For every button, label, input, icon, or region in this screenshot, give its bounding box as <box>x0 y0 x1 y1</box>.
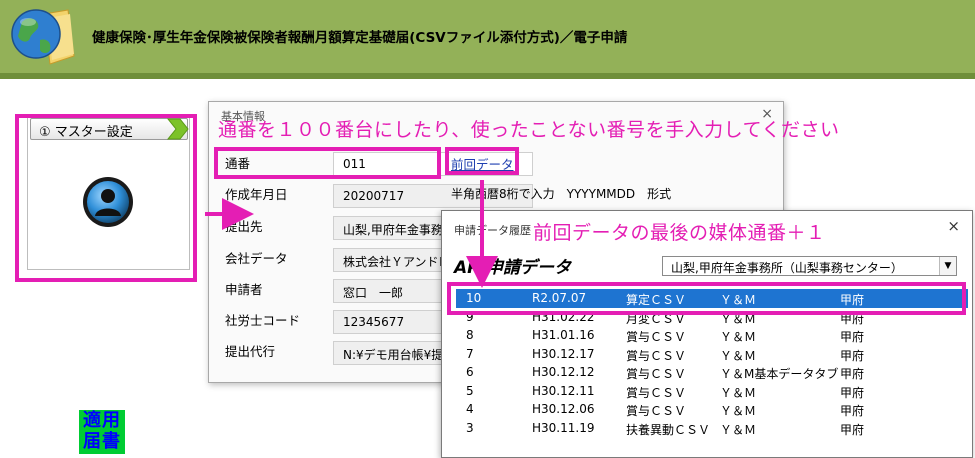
annotation-arrows <box>205 180 498 288</box>
